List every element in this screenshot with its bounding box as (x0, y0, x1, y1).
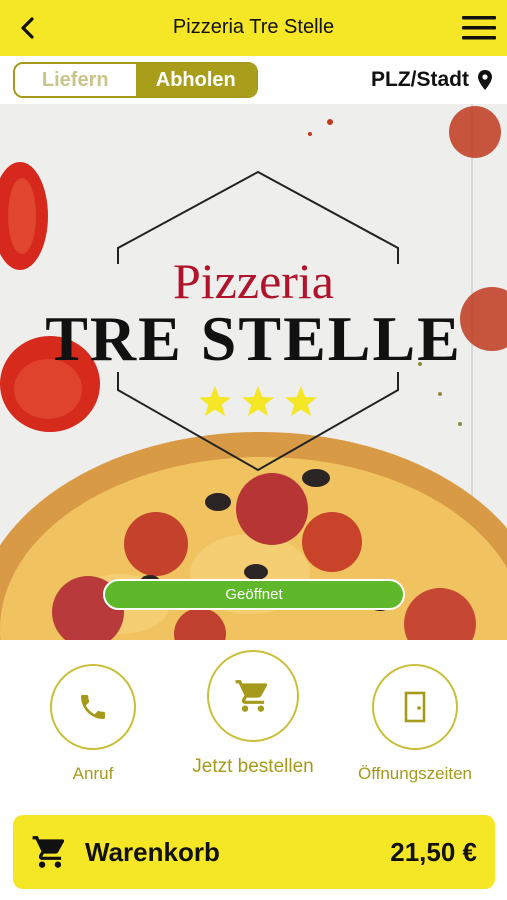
phone-icon (81, 695, 105, 719)
cart-total: 21,50 € (390, 836, 477, 867)
cart-button[interactable]: Warenkorb 21,50 € (13, 815, 495, 889)
chevron-left-icon (21, 17, 34, 39)
shopping-cart-icon (32, 836, 65, 868)
rating-stars (199, 386, 317, 416)
order-now-label: Jetzt bestellen (192, 756, 314, 777)
shopping-cart-icon (235, 680, 268, 712)
order-now-button[interactable] (207, 650, 299, 742)
open-status-badge: Geöffnet (103, 579, 405, 610)
star-icon (285, 386, 317, 416)
location-label: PLZ/Stadt (371, 68, 469, 91)
cart-label: Warenkorb (85, 836, 220, 867)
mode-option-abholen[interactable]: Abholen (135, 64, 256, 96)
hamburger-menu-icon (462, 16, 496, 40)
mode-option-liefern[interactable]: Liefern (15, 64, 136, 96)
order-now-action[interactable]: Jetzt bestellen (168, 650, 338, 778)
hero-banner: Pizzeria TRE STELLE Geöffnet (0, 104, 507, 640)
call-label: Anruf (72, 764, 114, 783)
delivery-mode-toggle: Liefern Abholen (13, 62, 258, 98)
call-button[interactable] (50, 664, 136, 750)
logo-line-tre-stelle: TRE STELLE (45, 303, 462, 374)
menu-button[interactable] (459, 12, 499, 44)
mode-bar: Liefern Abholen PLZ/Stadt (0, 56, 507, 104)
page-title: Pizzeria Tre Stelle (172, 16, 335, 38)
app-header: Pizzeria Tre Stelle (0, 0, 507, 56)
opening-hours-button[interactable] (372, 664, 458, 750)
location-selector[interactable]: PLZ/Stadt (371, 66, 493, 94)
star-icon (242, 386, 274, 416)
opening-hours-label: Öffnungszeiten (357, 764, 473, 783)
call-action[interactable]: Anruf (8, 650, 178, 784)
opening-hours-action[interactable]: Öffnungszeiten (330, 650, 500, 784)
star-icon (199, 386, 231, 416)
quick-actions: Anruf Jetzt bestellen Öffnungszeiten (0, 640, 507, 810)
back-button[interactable] (12, 12, 44, 44)
door-icon (404, 691, 426, 723)
location-pin-icon (478, 70, 492, 90)
